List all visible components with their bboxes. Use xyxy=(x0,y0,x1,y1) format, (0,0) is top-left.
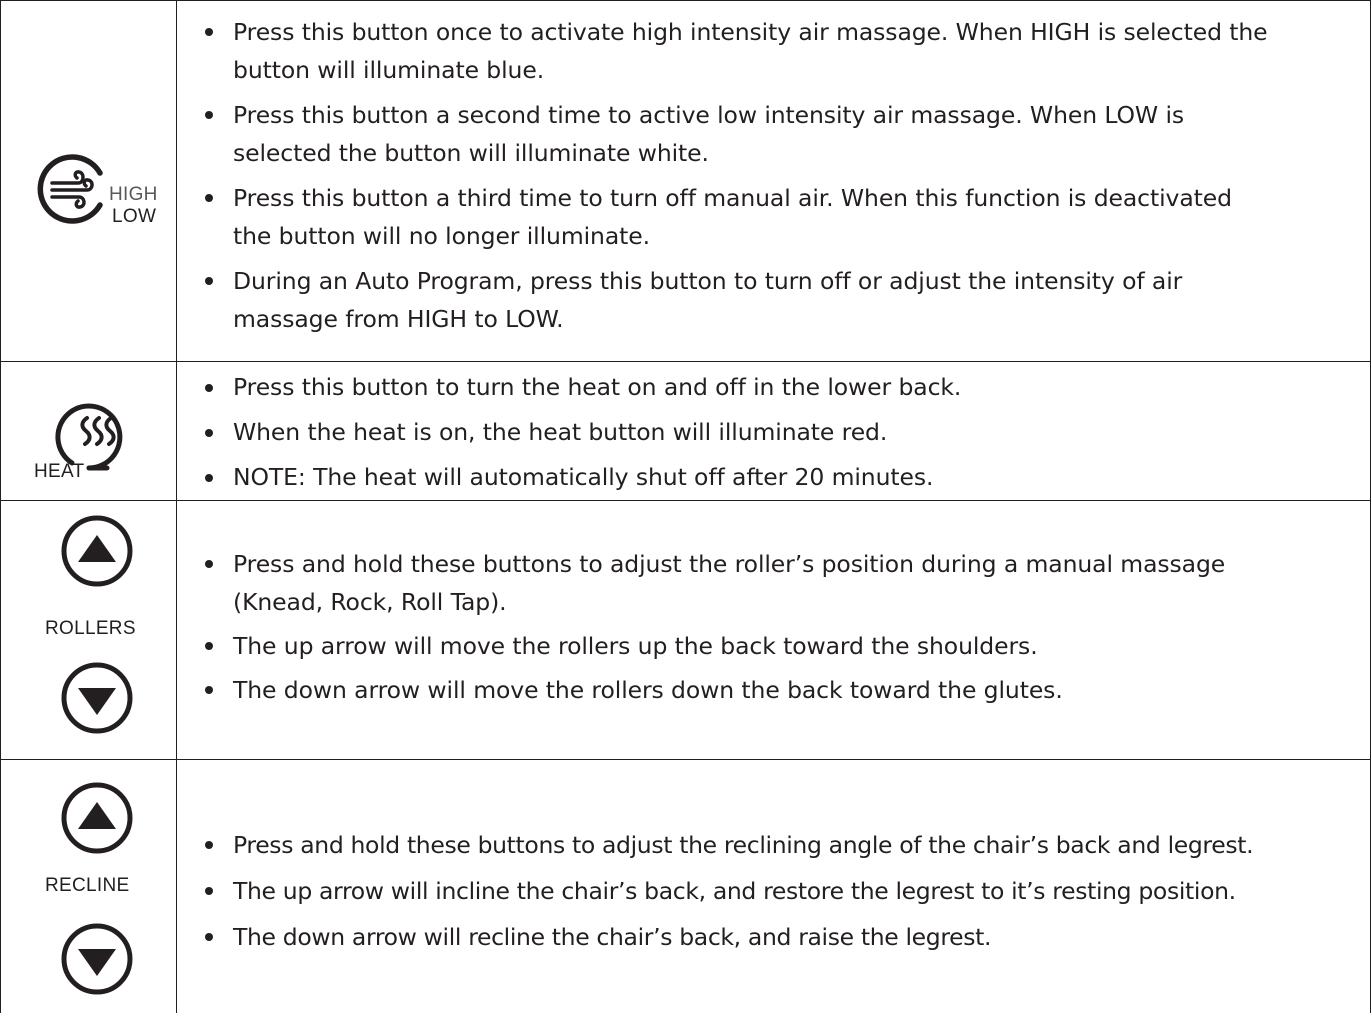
bullet-text: Press and hold these buttons to adjust t… xyxy=(233,550,1226,578)
bullet-text: During an Auto Program, press this butto… xyxy=(233,267,1183,295)
bullet-text: When the heat is on, the heat button wil… xyxy=(233,418,888,446)
bullet-text: Press this button to turn the heat on an… xyxy=(233,373,962,401)
recline-label: RECLINE xyxy=(45,875,130,896)
heat-description: Press this button to turn the heat on an… xyxy=(178,362,1370,500)
bullet-text: (Knead, Rock, Roll Tap). xyxy=(233,588,507,616)
bullet-text: the button will no longer illuminate. xyxy=(233,222,650,250)
table-row-rollers: ROLLERS Press and hold these buttons to … xyxy=(0,501,1372,759)
list-item: During an Auto Program, press this butto… xyxy=(200,262,1370,338)
heat-button-cell: HEAT xyxy=(1,362,176,500)
list-item: The up arrow will move the rollers up th… xyxy=(200,627,1370,665)
rollers-up-icon xyxy=(61,515,133,587)
air-low-label: LOW xyxy=(112,206,157,227)
bullet-text: button will illuminate blue. xyxy=(233,56,545,84)
bullet-dot xyxy=(205,474,213,482)
recline-button-cell: RECLINE xyxy=(1,760,176,1013)
bullet-text: Press this button once to activate high … xyxy=(233,18,1268,46)
list-item: Press this button once to activate high … xyxy=(200,13,1370,89)
list-item: Press this button a second time to activ… xyxy=(200,96,1370,172)
table-row-heat: HEAT Press this button to turn the heat … xyxy=(0,362,1372,500)
list-item: Press this button to turn the heat on an… xyxy=(200,365,1370,410)
bullet-dot xyxy=(205,560,213,568)
rollers-description: Press and hold these buttons to adjust t… xyxy=(178,501,1370,759)
table-row-recline: RECLINE Press and hold these buttons to … xyxy=(0,760,1372,1013)
bullet-text: The down arrow will move the rollers dow… xyxy=(233,676,1063,704)
recline-up-icon xyxy=(61,782,133,854)
bullet-dot xyxy=(205,429,213,437)
bullet-dot xyxy=(205,933,213,941)
air-massage-button-cell: HIGH LOW xyxy=(1,0,176,361)
recline-down-icon xyxy=(61,923,133,995)
bullet-text: selected the button will illuminate whit… xyxy=(233,139,709,167)
instructions-table: HIGH LOW Press this button once to activ… xyxy=(0,0,1372,1013)
heat-icon xyxy=(55,403,123,471)
bullet-text: Press and hold these buttons to adjust t… xyxy=(233,831,1254,859)
rollers-button-cell: ROLLERS xyxy=(1,501,176,759)
bullet-text: The down arrow will recline the chair’s … xyxy=(233,923,992,951)
list-item: Press this button a third time to turn o… xyxy=(200,179,1370,255)
list-item: NOTE: The heat will automatically shut o… xyxy=(200,455,1370,500)
table-row-air-massage: HIGH LOW Press this button once to activ… xyxy=(0,0,1372,361)
heat-label: HEAT xyxy=(34,461,85,482)
bullet-dot xyxy=(205,841,213,849)
rollers-down-icon xyxy=(61,662,133,734)
bullet-dot xyxy=(205,277,213,285)
bullet-text: Press this button a second time to activ… xyxy=(233,101,1185,129)
list-item: Press and hold these buttons to adjust t… xyxy=(200,822,1370,868)
list-item: The down arrow will recline the chair’s … xyxy=(200,914,1370,960)
bullet-text: The up arrow will move the rollers up th… xyxy=(233,632,1038,660)
bullet-text: massage from HIGH to LOW. xyxy=(233,305,564,333)
bullet-text: Press this button a third time to turn o… xyxy=(233,184,1232,212)
rollers-label: ROLLERS xyxy=(45,618,136,639)
list-item: When the heat is on, the heat button wil… xyxy=(200,410,1370,455)
list-item: The up arrow will incline the chair’s ba… xyxy=(200,868,1370,914)
bullet-dot xyxy=(205,686,213,694)
bullet-text: NOTE: The heat will automatically shut o… xyxy=(233,463,934,491)
bullet-text: The up arrow will incline the chair’s ba… xyxy=(233,877,1236,905)
list-item: The down arrow will move the rollers dow… xyxy=(200,671,1370,709)
recline-description: Press and hold these buttons to adjust t… xyxy=(178,760,1370,1013)
bullet-dot xyxy=(205,642,213,650)
bullet-dot xyxy=(205,194,213,202)
bullet-dot xyxy=(205,384,213,392)
bullet-dot xyxy=(205,887,213,895)
bullet-dot xyxy=(205,111,213,119)
bullet-dot xyxy=(205,28,213,36)
air-massage-description: Press this button once to activate high … xyxy=(178,0,1370,361)
air-high-label: HIGH xyxy=(109,184,158,205)
air-massage-icon xyxy=(37,154,103,224)
list-item: Press and hold these buttons to adjust t… xyxy=(200,545,1370,621)
